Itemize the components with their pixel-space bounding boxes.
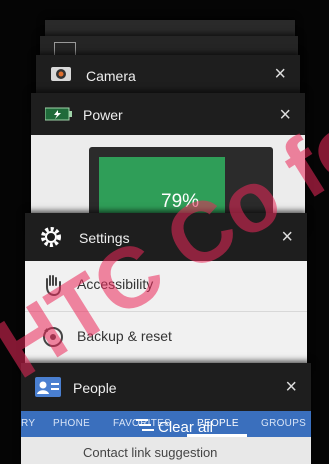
tab-phone[interactable]: PHONE	[53, 418, 90, 429]
close-icon[interactable]: ×	[285, 375, 297, 399]
battery-percent: 79%	[161, 191, 200, 212]
tab-groups[interactable]: GROUPS	[261, 418, 306, 429]
briefcase-icon	[54, 42, 76, 56]
gear-icon	[39, 225, 63, 249]
recent-card-settings[interactable]: Settings × Accessibility Backup & reset	[25, 213, 307, 373]
card-title: Camera	[86, 68, 136, 84]
card-title: Settings	[79, 230, 130, 246]
settings-item-backup[interactable]: Backup & reset	[25, 313, 307, 364]
recent-card-power[interactable]: Power × 79%	[31, 93, 305, 233]
settings-item-accessibility[interactable]: Accessibility	[25, 261, 307, 312]
tab-ry[interactable]: RY	[21, 418, 35, 429]
close-icon[interactable]: ×	[274, 62, 286, 86]
battery-icon	[44, 107, 73, 121]
hand-icon	[41, 273, 65, 297]
clear-all-button[interactable]: Clear all	[136, 418, 213, 437]
card-title: People	[73, 380, 117, 396]
clear-all-label: Clear all	[158, 419, 214, 436]
settings-item-label: Backup & reset	[77, 328, 172, 344]
settings-item-label: Accessibility	[77, 276, 154, 292]
recent-card-people[interactable]: People × RY PHONE FAVORITES PEOPLE GROUP…	[21, 363, 311, 464]
card-title: Power	[83, 107, 123, 123]
backup-icon	[41, 325, 65, 349]
close-icon[interactable]: ×	[281, 225, 293, 249]
clear-all-icon	[136, 418, 154, 437]
camera-icon	[50, 65, 72, 83]
close-icon[interactable]: ×	[279, 103, 291, 127]
contact-card-icon	[35, 377, 61, 397]
contact-suggestion[interactable]: Contact link suggestion	[83, 445, 217, 460]
